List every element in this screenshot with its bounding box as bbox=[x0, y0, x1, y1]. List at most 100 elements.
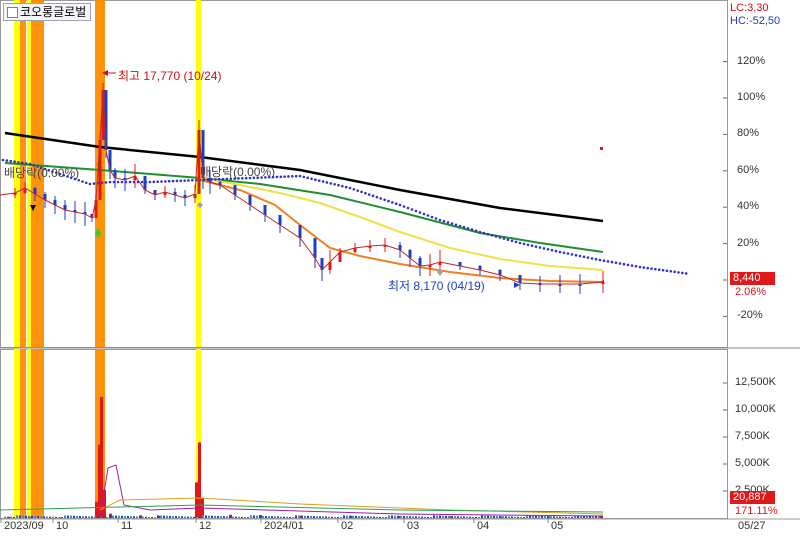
price-tick-label: 20% bbox=[737, 236, 760, 249]
envelope-dot bbox=[486, 232, 490, 236]
volume-bar-small bbox=[64, 515, 66, 518]
envelope-dot bbox=[657, 268, 661, 271]
volume-bar-small bbox=[154, 517, 156, 518]
volume-bar-small bbox=[475, 516, 477, 518]
volume-bar-small bbox=[196, 516, 198, 518]
envelope-dot bbox=[650, 267, 653, 270]
volume-bar-small bbox=[349, 515, 351, 518]
envelope-dot bbox=[530, 244, 534, 247]
volume-bar-small bbox=[268, 516, 270, 518]
envelope-dot bbox=[81, 180, 84, 183]
lc-label: LC:3,30 bbox=[730, 2, 769, 14]
volume-bar-small bbox=[529, 515, 531, 518]
envelope-dot bbox=[104, 181, 108, 184]
volume-bar-small bbox=[538, 515, 540, 518]
envelope-dot bbox=[634, 265, 638, 268]
envelope-dot bbox=[348, 186, 352, 190]
envelope-dot bbox=[333, 183, 336, 186]
volume-bar-small bbox=[265, 516, 267, 518]
volume-bar-small bbox=[361, 516, 363, 518]
volume-bar-small bbox=[187, 516, 189, 518]
volume-bar-small bbox=[178, 516, 180, 518]
envelope-dot bbox=[375, 195, 379, 199]
envelope-dot bbox=[310, 177, 313, 181]
envelope-dot bbox=[13, 160, 16, 164]
stock-name-box[interactable]: 코오롱글로벌 bbox=[3, 3, 92, 21]
candle-body bbox=[313, 238, 317, 258]
envelope-dot bbox=[291, 175, 294, 178]
volume-bar-small bbox=[109, 515, 111, 518]
volume-bar-small bbox=[181, 516, 183, 518]
envelope-dot bbox=[360, 190, 363, 194]
envelope-dot bbox=[1, 158, 5, 162]
envelope-dot bbox=[554, 249, 558, 253]
envelope-dot bbox=[642, 266, 646, 269]
volume-bar-small bbox=[250, 515, 252, 518]
envelope-dot bbox=[5, 159, 9, 162]
volume-bar-small bbox=[487, 515, 489, 518]
volume-bar-small bbox=[316, 516, 318, 518]
envelope-dot bbox=[534, 245, 538, 248]
volume-bar-small bbox=[31, 515, 33, 518]
volume-bar-small bbox=[40, 516, 42, 518]
envelope-dot bbox=[167, 179, 171, 183]
volume-bar-small bbox=[67, 515, 69, 518]
envelope-dot bbox=[598, 258, 602, 262]
volume-bar-small bbox=[403, 515, 405, 518]
volume-bar-small bbox=[409, 516, 411, 518]
current-price-tag: 8,440 bbox=[730, 272, 775, 285]
volume-pane-frame bbox=[0, 349, 728, 519]
volume-bar-small bbox=[52, 516, 54, 518]
volume-bar-small bbox=[421, 516, 423, 518]
volume-bar-small bbox=[334, 516, 336, 518]
envelope-dot bbox=[610, 260, 614, 264]
envelope-dot bbox=[466, 227, 470, 230]
volume-bar-small bbox=[328, 516, 330, 518]
volume-bar-small bbox=[13, 517, 15, 518]
volume-bar-small bbox=[7, 516, 9, 518]
volume-bar-small bbox=[301, 515, 303, 518]
volume-bar-small bbox=[25, 515, 27, 518]
volume-bar-small bbox=[415, 516, 417, 518]
checkbox-icon[interactable] bbox=[7, 7, 18, 18]
envelope-dot bbox=[550, 248, 554, 252]
price-tick-label: 40% bbox=[737, 200, 760, 213]
ma-yellow-line bbox=[199, 177, 604, 271]
x-axis-label: 2023/09 bbox=[4, 520, 44, 532]
volume-bar-small bbox=[61, 517, 63, 518]
volume-bar-small bbox=[523, 517, 525, 518]
envelope-dot bbox=[128, 180, 132, 184]
volume-bar-small bbox=[28, 515, 30, 518]
volume-bar-small bbox=[340, 517, 342, 518]
volume-bar-small bbox=[520, 516, 522, 518]
volume-bar-small bbox=[496, 515, 498, 518]
volume-bar-small bbox=[532, 515, 534, 518]
envelope-dot bbox=[108, 180, 112, 184]
envelope-dot bbox=[582, 255, 586, 259]
volume-bar-small bbox=[556, 516, 558, 518]
volume-bar bbox=[95, 501, 98, 518]
volume-bar-small bbox=[499, 516, 501, 518]
volume-bar-small bbox=[550, 516, 552, 518]
envelope-dot bbox=[398, 203, 402, 207]
volume-bar-small bbox=[211, 515, 213, 518]
volume-bar-small bbox=[91, 516, 93, 518]
envelope-dot bbox=[673, 270, 676, 274]
candle-body bbox=[298, 225, 302, 238]
envelope-dot bbox=[275, 175, 279, 179]
envelope-dot bbox=[283, 175, 286, 178]
volume-bar-small bbox=[274, 516, 276, 518]
volume-bar-small bbox=[46, 516, 48, 518]
envelope-dot bbox=[367, 193, 371, 196]
volume-bar-small bbox=[517, 516, 519, 518]
volume-bar-small bbox=[325, 516, 327, 518]
volume-bar-small bbox=[466, 516, 468, 518]
envelope-dot bbox=[450, 222, 454, 225]
volume-bar-small bbox=[460, 516, 462, 518]
volume-bar-small bbox=[43, 516, 45, 518]
volume-bar-small bbox=[451, 516, 453, 518]
envelope-dot bbox=[402, 205, 406, 208]
volume-bar-small bbox=[223, 516, 225, 518]
volume-bar-small bbox=[157, 515, 159, 518]
volume-bar-small bbox=[103, 516, 105, 518]
